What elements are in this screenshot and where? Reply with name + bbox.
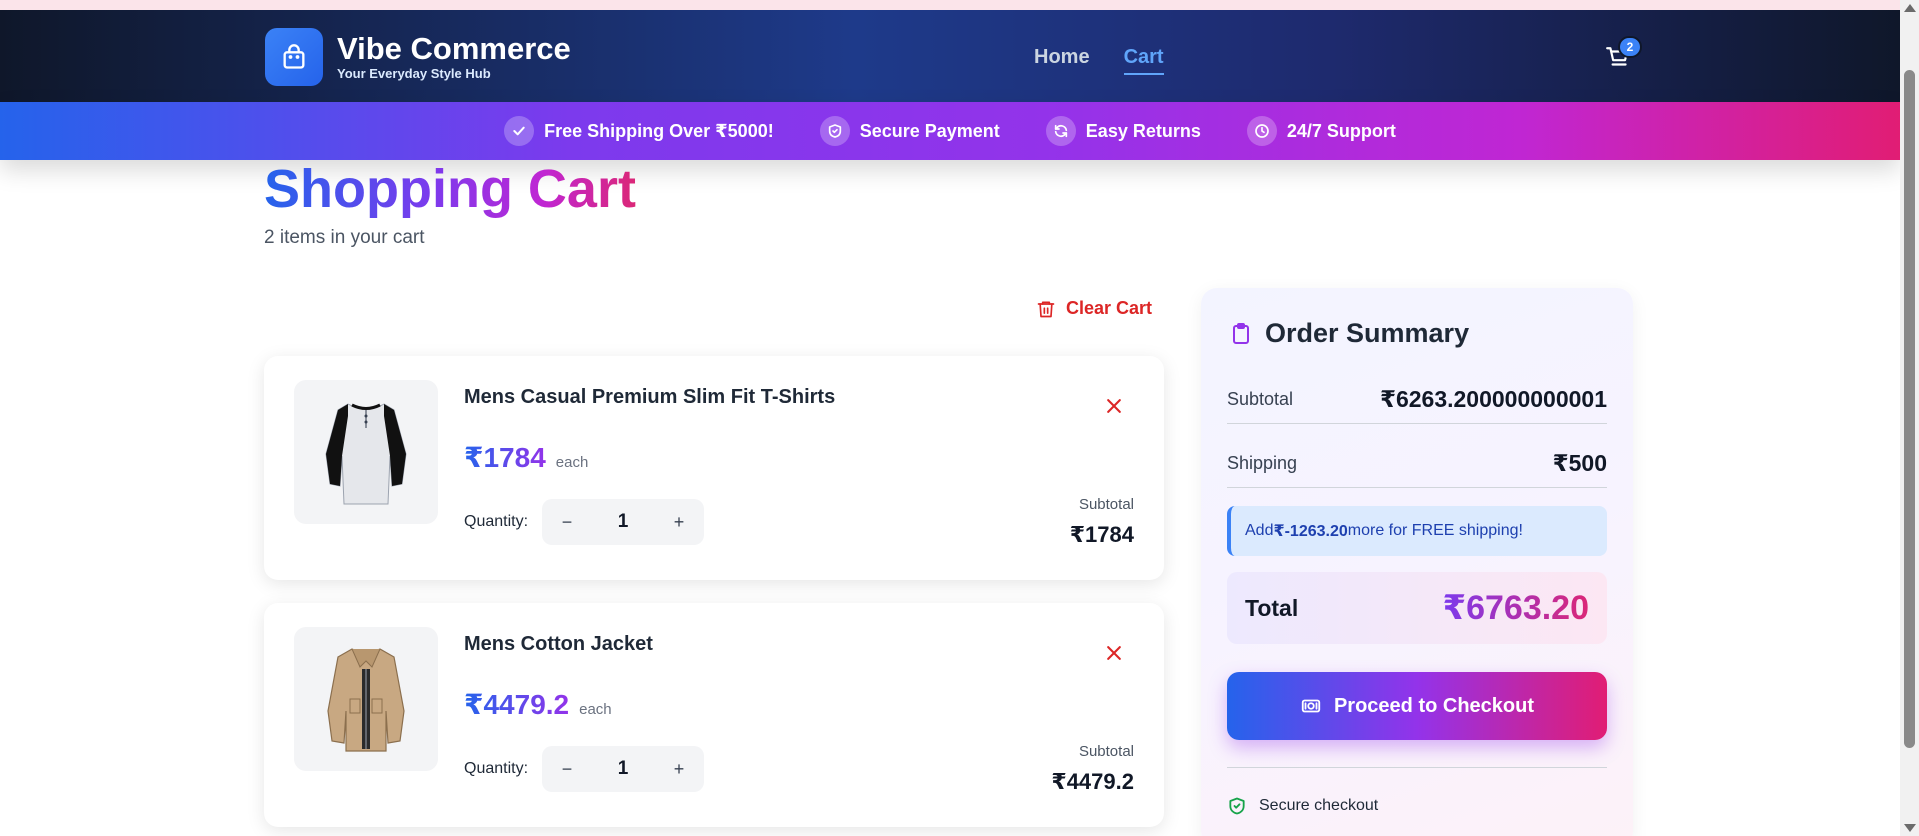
product-name[interactable]: Mens Casual Premium Slim Fit T-Shirts (464, 386, 835, 409)
item-count-text: 2 items in your cart (264, 227, 425, 248)
perk-label: Easy Returns (1085, 120, 1201, 141)
clear-cart-label: Clear Cart (1066, 298, 1153, 318)
nav-link-home[interactable]: Home (1034, 46, 1090, 75)
refresh-icon (1045, 116, 1076, 146)
free-shipping-notice: Add ₹-1263.20 more for FREE shipping! (1227, 506, 1607, 556)
divider (1227, 423, 1607, 424)
secure-checkout-label: Secure checkout (1259, 797, 1379, 814)
summary-shipping-row: Shipping ₹500 (1227, 444, 1607, 482)
brand-name: Vibe Commerce (337, 31, 571, 66)
scroll-down-arrow-icon[interactable] (1904, 824, 1916, 832)
brand[interactable]: Vibe Commerce Your Everyday Style Hub (265, 28, 571, 86)
nav-link-cart[interactable]: Cart (1123, 46, 1164, 75)
proceed-to-checkout-button[interactable]: Proceed to Checkout (1227, 672, 1607, 740)
clear-cart-button[interactable]: Clear Cart (1036, 298, 1152, 319)
unit-price: ₹4479.2 (464, 689, 570, 720)
unit-price: ₹1784 (464, 442, 546, 473)
order-summary-header: Order Summary (1229, 318, 1469, 349)
order-summary-title: Order Summary (1265, 318, 1470, 348)
summary-subtotal-row: Subtotal ₹6263.200000000001 (1227, 380, 1607, 418)
checkout-label: Proceed to Checkout (1333, 694, 1535, 717)
shield-check-icon (1229, 797, 1245, 815)
check-circle-icon (504, 116, 535, 146)
navbar: Vibe Commerce Your Everyday Style Hub Ho… (0, 10, 1900, 102)
subtotal-label: Subtotal (1078, 743, 1134, 760)
scroll-thumb[interactable] (1904, 70, 1915, 748)
perk-free-shipping: Free Shipping Over ₹5000! (504, 116, 774, 146)
secure-checkout-row: Secure checkout (1227, 796, 1378, 816)
total-value: ₹6763.20 (1442, 589, 1589, 627)
price-row: ₹1784 each (464, 441, 588, 474)
quantity-label: Quantity: (464, 760, 529, 777)
summary-subtotal-value: ₹6263.200000000001 (1379, 385, 1607, 412)
summary-shipping-label: Shipping (1227, 452, 1298, 473)
remove-item-button[interactable] (1100, 639, 1128, 667)
close-icon (1107, 646, 1121, 660)
item-subtotal: ₹1784 (1069, 522, 1134, 547)
vertical-scrollbar[interactable] (1900, 0, 1919, 836)
perk-label: Secure Payment (859, 120, 1000, 141)
main-nav: Home Cart (1034, 46, 1164, 75)
product-image-tshirt[interactable] (294, 380, 438, 524)
cart-item: Mens Cotton Jacket ₹4479.2 each Quantity… (264, 603, 1164, 827)
perks-bar: Free Shipping Over ₹5000! Secure Payment… (0, 102, 1900, 160)
price-row: ₹4479.2 each (464, 688, 612, 721)
increment-button[interactable]: + (668, 512, 690, 533)
free-shipping-suffix: more for FREE shipping! (1347, 522, 1523, 539)
quantity-value: 1 (617, 758, 629, 779)
divider (1227, 487, 1607, 488)
shield-icon (819, 116, 850, 146)
close-icon (1107, 399, 1121, 413)
money-icon (1301, 699, 1321, 713)
perk-label: 24/7 Support (1286, 120, 1396, 141)
perk-easy-returns: Easy Returns (1045, 116, 1201, 146)
decrement-button[interactable]: − (556, 512, 578, 533)
scroll-up-arrow-icon[interactable] (1904, 4, 1916, 12)
order-summary: Order Summary Subtotal ₹6263.20000000000… (1201, 288, 1633, 836)
quantity-row: Quantity: − 1 + (464, 746, 705, 792)
shopping-bag-icon (265, 28, 323, 86)
product-image-jacket[interactable] (294, 627, 438, 771)
perk-label: Free Shipping Over ₹5000! (544, 120, 774, 141)
subtotal-label: Subtotal (1078, 496, 1134, 513)
perk-secure-payment: Secure Payment (819, 116, 1000, 146)
clipboard-icon (1233, 322, 1249, 344)
remove-item-button[interactable] (1100, 392, 1128, 420)
brand-tagline: Your Everyday Style Hub (337, 66, 491, 81)
total-label: Total (1245, 594, 1299, 621)
clock-icon (1246, 116, 1277, 146)
total-box: Total ₹6763.20 (1227, 572, 1607, 644)
trash-icon (1037, 301, 1055, 317)
quantity-stepper: − 1 + (542, 746, 705, 792)
item-subtotal: ₹4479.2 (1051, 769, 1134, 794)
free-shipping-prefix: Add (1245, 522, 1274, 539)
summary-subtotal-label: Subtotal (1227, 388, 1294, 409)
quantity-label: Quantity: (464, 513, 529, 530)
perk-support: 24/7 Support (1246, 116, 1396, 146)
increment-button[interactable]: + (668, 759, 690, 780)
top-strip (0, 0, 1919, 10)
quantity-row: Quantity: − 1 + (464, 499, 705, 545)
cart-button[interactable]: 2 (1600, 36, 1642, 76)
each-label: each (579, 701, 612, 718)
decrement-button[interactable]: − (556, 759, 578, 780)
quantity-value: 1 (617, 511, 629, 532)
free-shipping-amount: ₹-1263.20 (1273, 523, 1348, 540)
summary-shipping-value: ₹500 (1552, 449, 1607, 476)
page-title: Shopping Cart (264, 159, 636, 219)
cart-count-badge: 2 (1618, 36, 1642, 58)
cart-item: Mens Casual Premium Slim Fit T-Shirts ₹1… (264, 356, 1164, 580)
divider (1227, 767, 1607, 768)
product-name[interactable]: Mens Cotton Jacket (464, 633, 653, 656)
quantity-stepper: − 1 + (542, 499, 705, 545)
each-label: each (555, 454, 589, 471)
